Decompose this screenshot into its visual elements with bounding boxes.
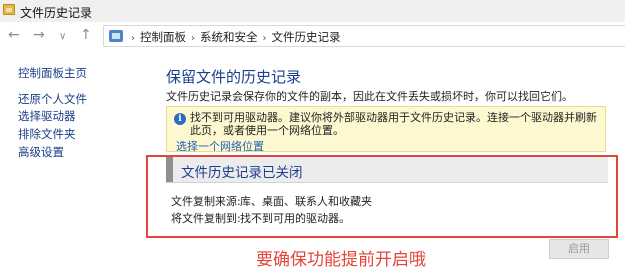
title-bar: 文件历史记录 <box>0 0 625 23</box>
breadcrumb-separator-icon: › <box>191 33 195 44</box>
address-bar[interactable]: › 控制面板 › 系统和安全 › 文件历史记录 <box>103 25 625 47</box>
sidebar-item-control-panel-home[interactable]: 控制面板主页 <box>18 65 87 81</box>
back-arrow-icon[interactable]: ← <box>8 27 20 43</box>
sidebar-item-exclude-folders[interactable]: 排除文件夹 <box>18 126 76 142</box>
control-panel-icon <box>109 30 123 42</box>
breadcrumb-separator-icon: › <box>262 33 267 44</box>
window-title: 文件历史记录 <box>20 6 93 20</box>
sidebar-item-select-drive[interactable]: 选择驱动器 <box>18 108 76 124</box>
warning-text: 找不到可用驱动器。建议你将外部驱动器用于文件历史记录。连接一个驱动器并刷新此页，… <box>190 111 597 137</box>
page-description: 文件历史记录会保存你的文件的副本，因此在文件丢失或损坏时，你可以找回它们。 <box>166 90 573 103</box>
folder-icon <box>3 4 15 15</box>
forward-arrow-icon[interactable]: → <box>33 27 45 43</box>
breadcrumb-system-security[interactable]: 系统和安全 <box>200 29 258 45</box>
highlight-frame <box>146 155 618 238</box>
enable-button[interactable]: 启用 <box>549 239 609 259</box>
recent-locations-chevron-icon[interactable]: ∨ <box>59 29 66 45</box>
breadcrumb-file-history[interactable]: 文件历史记录 <box>272 29 341 45</box>
warning-banner: i 找不到可用驱动器。建议你将外部驱动器用于文件历史记录。连接一个驱动器并刷新此… <box>166 106 606 154</box>
info-icon: i <box>174 113 186 125</box>
breadcrumb-control-panel[interactable]: 控制面板 <box>140 29 186 45</box>
page-title: 保留文件的历史记录 <box>166 68 302 86</box>
annotation-text: 要确保功能提前开启哦 <box>256 250 426 270</box>
up-arrow-icon[interactable]: ↑ <box>80 27 92 43</box>
breadcrumb: › 控制面板 › 系统和安全 › 文件历史记录 <box>126 29 341 45</box>
sidebar-item-restore-files[interactable]: 还原个人文件 <box>18 91 87 107</box>
select-network-location-link[interactable]: 选择一个网络位置 <box>176 138 264 154</box>
breadcrumb-separator-icon: › <box>131 33 135 44</box>
sidebar-item-advanced-settings[interactable]: 高级设置 <box>18 144 64 160</box>
